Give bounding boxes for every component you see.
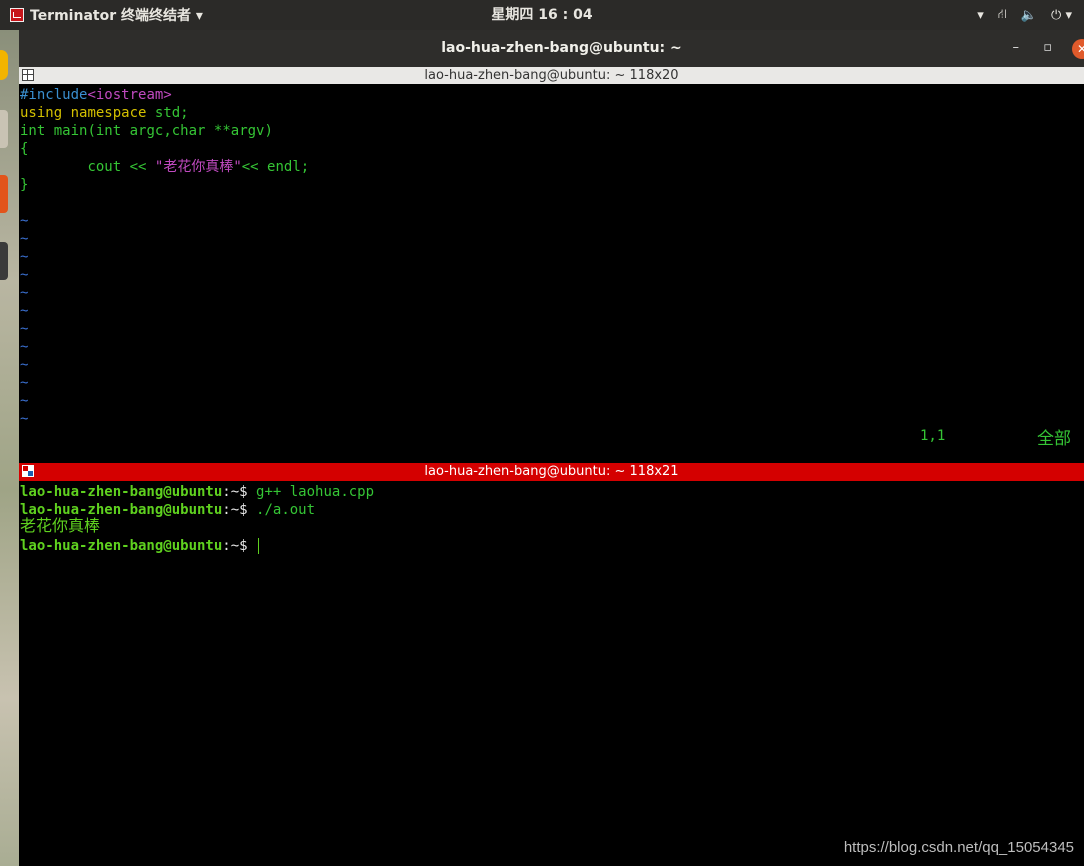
code-line: {	[20, 141, 29, 157]
code-line: int main(int argc,char **argv)	[20, 123, 273, 139]
code-line: #include<iostream>	[20, 87, 172, 103]
code-line: using namespace std;	[20, 105, 189, 121]
code-line: cout << "老花你真棒"<< endl;	[87, 159, 310, 175]
pane-title: lao-hua-zhen-bang@ubuntu: ~ 118x20	[424, 68, 679, 83]
watermark: https://blog.csdn.net/qq_15054345	[843, 839, 1074, 856]
shell-line: lao-hua-zhen-bang@ubuntu:~$	[20, 537, 259, 555]
empty-line-marker: ~	[20, 213, 29, 229]
launcher-app-icon[interactable]	[0, 175, 8, 213]
empty-line-marker: ~	[20, 357, 29, 373]
shell-command: ./a.out	[256, 502, 316, 518]
system-top-panel: Terminator 终端终结者 ▾ 星期四 16 : 04 ▾ ⛙ 🔈 ⏻ ▾	[0, 0, 1084, 30]
power-icon[interactable]: ⏻ ▾	[1051, 8, 1072, 23]
window-title: lao-hua-zhen-bang@ubuntu: ~	[441, 40, 682, 56]
empty-line-marker: ~	[20, 411, 29, 427]
volume-icon[interactable]: 🔈	[1021, 8, 1037, 23]
system-tray: ▾ ⛙ 🔈 ⏻ ▾	[977, 0, 1072, 30]
pane-header-bottom[interactable]: lao-hua-zhen-bang@ubuntu: ~ 118x21	[19, 463, 1084, 481]
empty-line-marker: ~	[20, 303, 29, 319]
empty-line-marker: ~	[20, 375, 29, 391]
launcher-app-icon[interactable]	[0, 242, 8, 280]
empty-line-marker: ~	[20, 231, 29, 247]
vim-cursor-position: 1,1	[920, 428, 946, 444]
empty-line-marker: ~	[20, 339, 29, 355]
text-cursor	[257, 538, 259, 554]
vim-editor-pane[interactable]: #include<iostream> using namespace std; …	[20, 86, 1084, 463]
empty-line-marker: ~	[20, 285, 29, 301]
pane-title: lao-hua-zhen-bang@ubuntu: ~ 118x21	[424, 464, 679, 479]
empty-line-marker: ~	[20, 249, 29, 265]
pane-header-top[interactable]: lao-hua-zhen-bang@ubuntu: ~ 118x20	[19, 67, 1084, 84]
pane-grip-icon[interactable]	[22, 465, 34, 477]
empty-line-marker: ~	[20, 393, 29, 409]
empty-line-marker: ~	[20, 267, 29, 283]
prompt-sep: :~$	[222, 484, 248, 500]
prompt-user: lao-hua-zhen-bang@ubuntu	[20, 538, 223, 554]
launcher-app-icon[interactable]	[0, 50, 8, 80]
code-line: }	[20, 177, 29, 193]
maximize-button[interactable]: ▫	[1043, 40, 1052, 55]
tray-menu-chevron-icon[interactable]: ▾	[977, 8, 984, 23]
window-titlebar[interactable]: lao-hua-zhen-bang@ubuntu: ~ – ▫ ✕	[19, 30, 1084, 67]
pane-grip-icon[interactable]	[22, 69, 34, 81]
prompt-user: lao-hua-zhen-bang@ubuntu	[20, 484, 223, 500]
vim-scroll-indicator: 全部	[1037, 429, 1071, 449]
launcher-sidebar	[0, 30, 19, 866]
network-icon[interactable]: ⛙	[998, 7, 1007, 24]
prompt-sep: :~$	[222, 538, 248, 554]
program-output: 老花你真棒	[20, 516, 101, 535]
shell-pane[interactable]: lao-hua-zhen-bang@ubuntu:~$ g++ laohua.c…	[20, 483, 1084, 866]
empty-line-marker: ~	[20, 321, 29, 337]
launcher-app-icon[interactable]	[0, 110, 8, 148]
minimize-button[interactable]: –	[1013, 40, 1020, 55]
prompt-sep: :~$	[222, 502, 248, 518]
clock[interactable]: 星期四 16 : 04	[0, 0, 1084, 30]
shell-command: g++ laohua.cpp	[256, 484, 375, 500]
shell-line: lao-hua-zhen-bang@ubuntu:~$ g++ laohua.c…	[20, 483, 374, 501]
